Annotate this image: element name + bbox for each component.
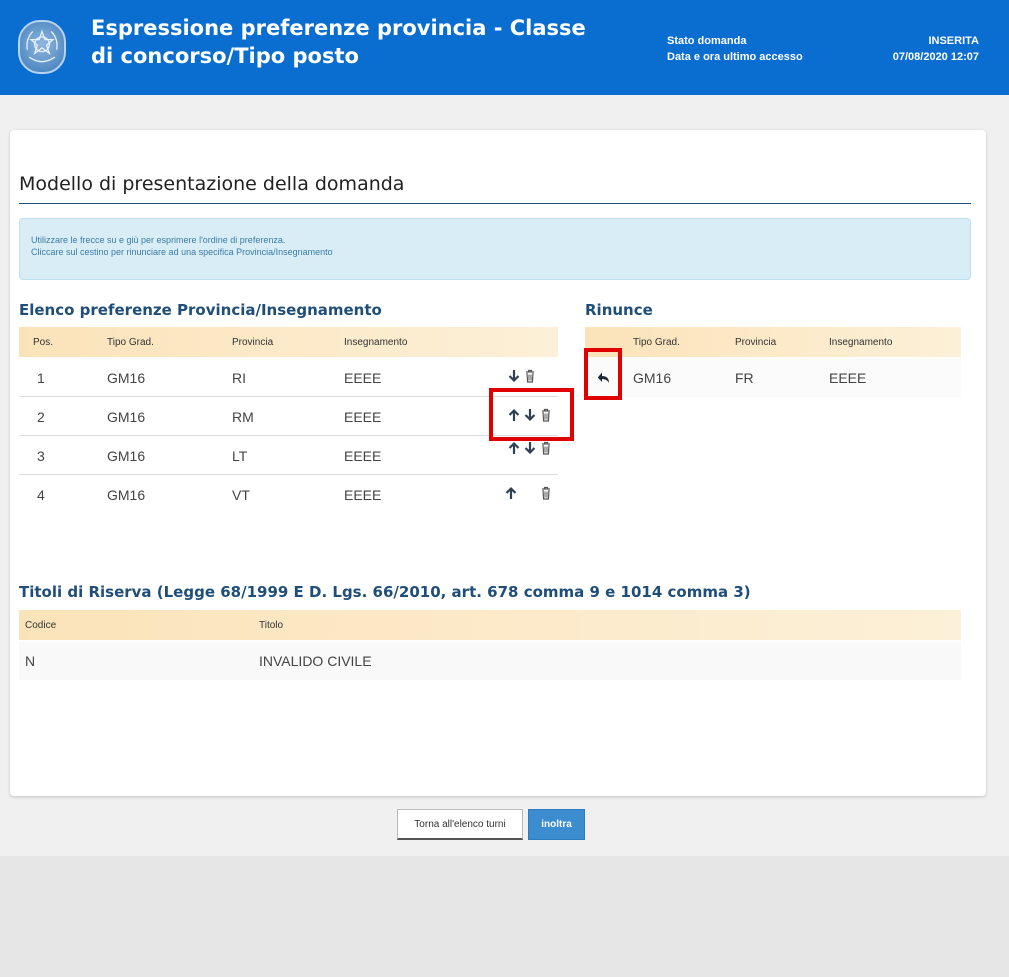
up-arrow-icon[interactable]: [504, 485, 518, 501]
status-values: INSERITA 07/08/2020 12:07: [893, 33, 979, 65]
back-to-list-button[interactable]: Torna all'elenco turni: [397, 809, 523, 840]
main-card: Modello di presentazione della domanda U…: [10, 130, 986, 796]
table-row: GM16 FR EEEE: [585, 359, 961, 397]
row-insegnamento: EEEE: [344, 370, 382, 386]
info-alert: Utilizzare le frecce su e giù per esprim…: [19, 218, 971, 280]
row-tipo: GM16: [633, 370, 672, 386]
down-arrow-icon[interactable]: [523, 440, 537, 456]
row-provincia: RM: [232, 409, 254, 425]
trash-icon[interactable]: [539, 440, 553, 456]
submit-button[interactable]: inoltra: [528, 809, 585, 840]
row-pos: 1: [37, 370, 45, 386]
row-pos: 3: [37, 448, 45, 464]
row-provincia: RI: [232, 370, 246, 386]
app-title: Espressione preferenze provincia - Class…: [91, 16, 586, 68]
row-insegnamento: EEEE: [344, 487, 382, 503]
status-labels: Stato domanda Data e ora ultimo accesso: [667, 33, 803, 65]
riserva-table-header: Codice Titolo: [19, 610, 961, 640]
last-access-value: 07/08/2020 12:07: [892, 51, 979, 63]
row-tipo: GM16: [107, 409, 146, 425]
row-provincia: VT: [232, 487, 250, 503]
col-titolo: Titolo: [259, 620, 284, 631]
col-codice: Codice: [25, 620, 57, 631]
table-row: 3 GM16 LT EEEE: [19, 437, 558, 475]
col-insegnamento: Insegnamento: [829, 337, 893, 348]
row-provincia: LT: [232, 448, 248, 464]
table-row: 1 GM16 RI EEEE: [19, 359, 558, 397]
rinunce-title: Rinunce: [585, 301, 653, 319]
last-access-label: Data e ora ultimo accesso: [667, 51, 803, 63]
row-pos: 4: [37, 487, 45, 503]
preferences-table-header: Pos. Tipo Grad. Provincia Insegnamento: [19, 327, 558, 357]
status-label: Stato domanda: [667, 35, 747, 47]
row-insegnamento: EEEE: [344, 409, 382, 425]
page: Espressione preferenze provincia - Class…: [0, 0, 1009, 856]
col-insegnamento: Insegnamento: [344, 337, 408, 348]
up-arrow-icon[interactable]: [507, 440, 521, 456]
italian-republic-emblem-icon: [18, 20, 66, 74]
row-insegnamento: EEEE: [829, 370, 867, 386]
row-tipo: GM16: [107, 448, 146, 464]
table-row: 4 GM16 VT EEEE: [19, 476, 558, 514]
col-provincia: Provincia: [232, 337, 274, 348]
row-titolo: INVALIDO CIVILE: [259, 653, 372, 669]
table-row: 2 GM16 RM EEEE: [19, 398, 558, 436]
info-line-2: Cliccare sul cestino per rinunciare ad u…: [31, 247, 333, 257]
row-pos: 2: [37, 409, 45, 425]
col-tipo-grad: Tipo Grad.: [107, 337, 154, 348]
table-row: N INVALIDO CIVILE: [19, 642, 961, 680]
highlight-box-actions: [489, 388, 574, 441]
info-line-1: Utilizzare le frecce su e giù per esprim…: [31, 235, 286, 245]
trash-icon[interactable]: [523, 368, 537, 384]
col-provincia: Provincia: [735, 337, 777, 348]
riserva-title: Titoli di Riserva (Legge 68/1999 E D. Lg…: [19, 583, 751, 601]
row-provincia: FR: [735, 370, 754, 386]
row-tipo: GM16: [107, 487, 146, 503]
row-insegnamento: EEEE: [344, 448, 382, 464]
app-header: Espressione preferenze provincia - Class…: [0, 0, 1009, 95]
trash-icon[interactable]: [539, 485, 553, 501]
highlight-box-undo: [584, 348, 622, 400]
col-tipo-grad: Tipo Grad.: [633, 337, 680, 348]
down-arrow-icon[interactable]: [507, 368, 521, 384]
row-tipo: GM16: [107, 370, 146, 386]
preferences-title: Elenco preferenze Provincia/Insegnamento: [19, 301, 382, 319]
rinunce-table-header: Tipo Grad. Provincia Insegnamento: [585, 327, 961, 357]
status-value: INSERITA: [928, 35, 979, 47]
row-codice: N: [25, 653, 36, 669]
page-title: Modello di presentazione della domanda: [19, 173, 971, 204]
col-pos: Pos.: [33, 337, 54, 348]
